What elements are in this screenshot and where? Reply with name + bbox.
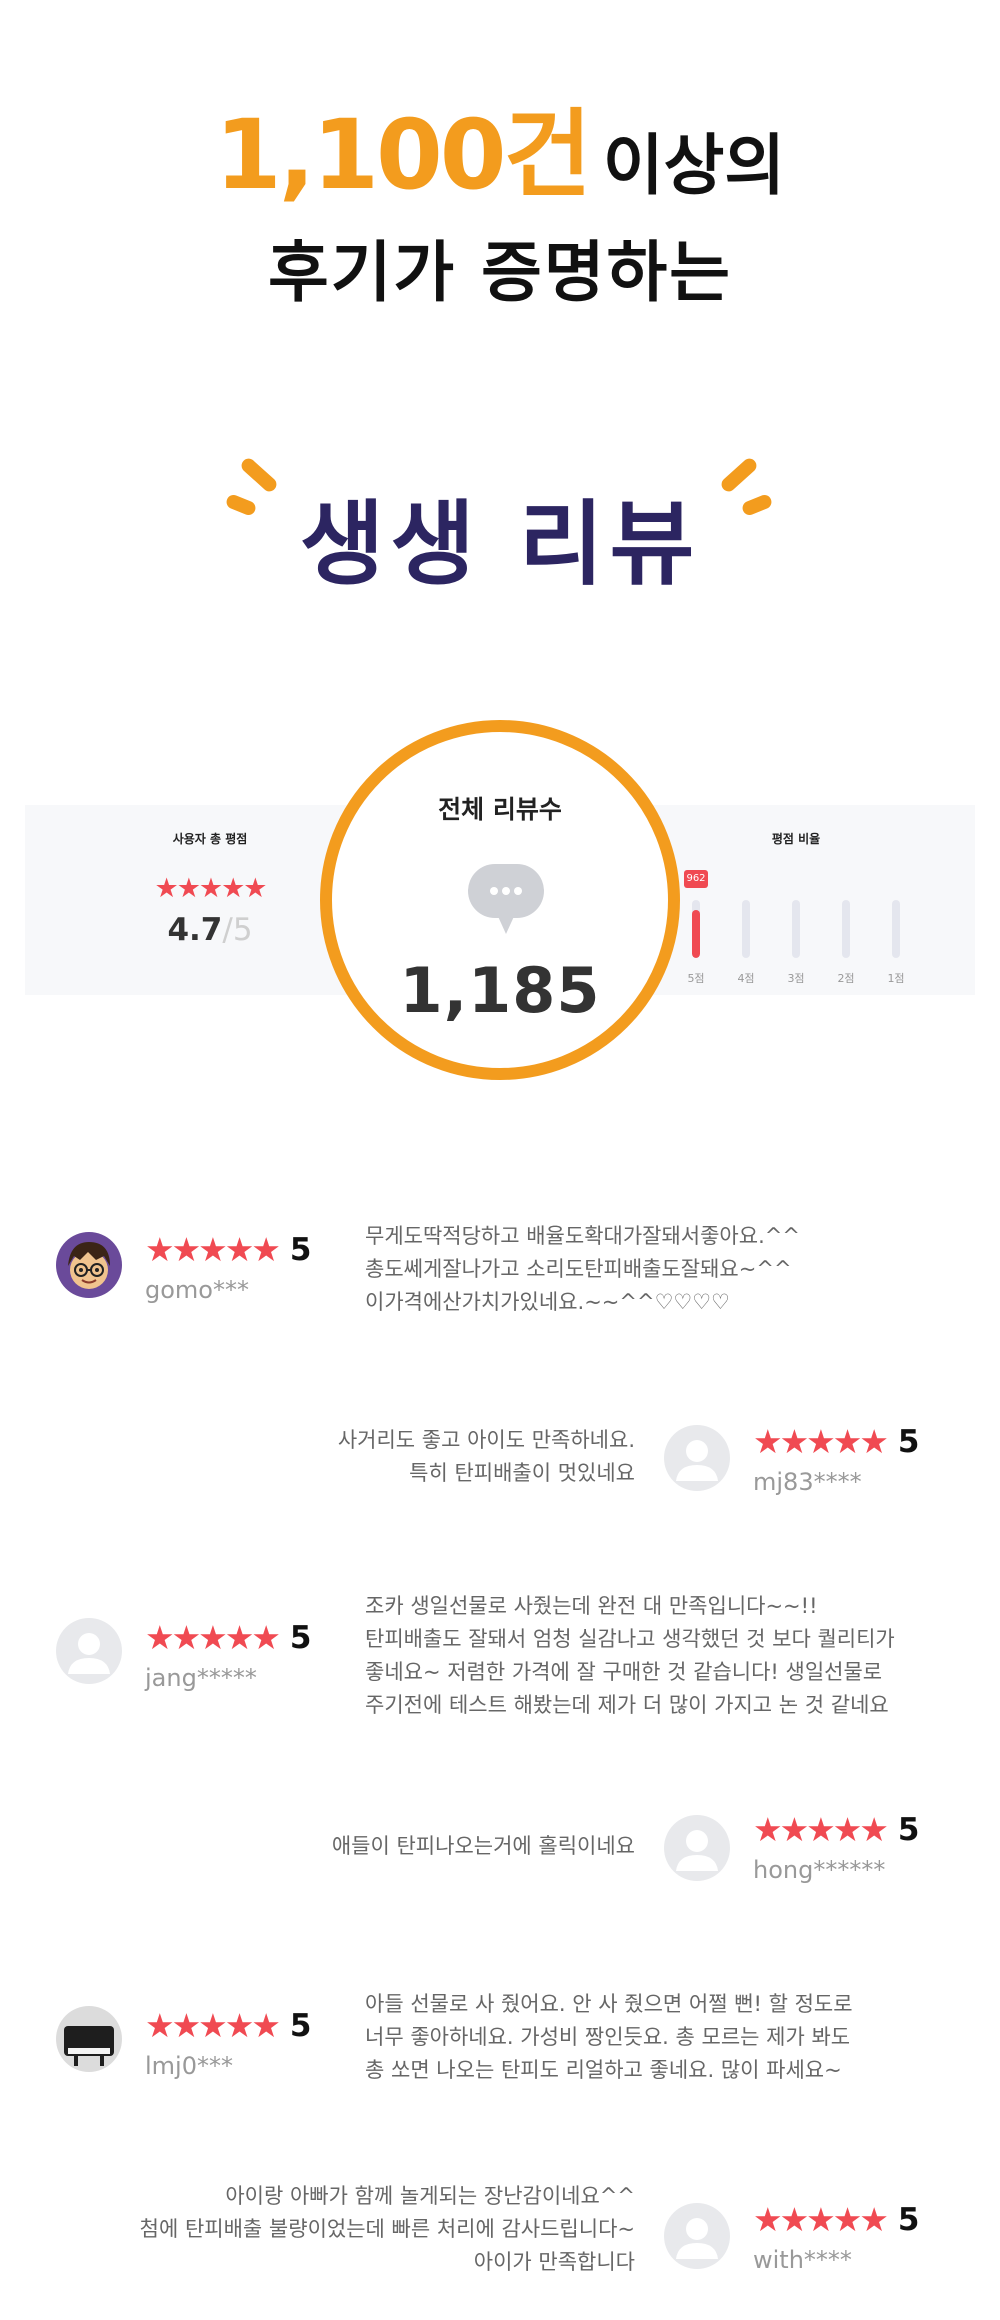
ratio-track [842,900,850,958]
average-score-max: /5 [222,912,253,948]
avatar [56,1618,122,1684]
average-rating: 사용자 총 평점 ★★★★★ 4.7/5 [115,830,305,948]
avatar [664,2203,730,2269]
rating-line: ★★★★★ 5 [753,1810,920,1850]
rating-score: 5 [897,1424,920,1460]
rating-score: 5 [897,1812,920,1848]
rating-stars: ★★★★★ [753,1422,889,1461]
ratio-track [892,900,900,958]
rating-line: ★★★★★ 5 [753,1422,920,1462]
rating-stars: ★★★★★ [753,1810,889,1849]
avatar [664,1425,730,1491]
ratio-count-badge: 962 [684,870,708,888]
review-text: 아들 선물로 사 줬어요. 안 사 줬으면 어쩔 뻔! 할 정도로 너무 좋아하… [365,1992,853,2082]
ratio-label: 2점 [837,972,855,985]
default-avatar-icon [664,1425,730,1491]
ratio-label: 5점 [687,972,705,985]
review-text: 무게도딱적당하고 배율도확대가잘돼서좋아요.^^ 총도쎄게잘나가고 소리도탄피배… [365,1224,800,1314]
ratio-track [792,900,800,958]
reviewer-name: jang***** [145,1664,257,1692]
speech-bubble-icon [468,864,544,934]
rating-stars: ★★★★★ [145,2006,281,2045]
avatar [56,2006,122,2072]
ratio-label: 4점 [737,972,755,985]
cartoon-character-icon [56,1232,122,1298]
average-score: 4.7/5 [115,912,305,948]
rating-stars: ★★★★★ [753,2200,889,2239]
rating-line: ★★★★★ 5 [145,1618,312,1658]
headline-count-line: 1,100건 이상의 [0,100,1000,210]
reviewer-name: lmj0*** [145,2052,233,2080]
review-text: 사거리도 좋고 아이도 만족하네요. 특히 탄피배출이 멋있네요 [337,1428,635,1485]
reviewer-name: hong****** [753,1856,886,1884]
rating-line: ★★★★★ 5 [145,1230,312,1270]
ratio-label: 3점 [787,972,805,985]
rating-ratio: 평점 비율 962 5점 4점 3점 2점 1점 [676,830,916,985]
rating-line: ★★★★★ 5 [753,2200,920,2240]
review-text: 아이랑 아빠가 함께 놀게되는 장난감이네요^^ 첨에 탄피배출 불량이었는데 … [139,2184,635,2274]
default-avatar-icon [664,2203,730,2269]
total-reviews-circle: 전체 리뷰수 1,185 [320,720,680,1080]
review-text: 애들이 탄피나오는거에 홀릭이네요 [331,1834,635,1858]
average-rating-title: 사용자 총 평점 [172,832,248,846]
headline-suffix: 이상의 [602,127,786,204]
rating-line: ★★★★★ 5 [145,2006,312,2046]
total-reviews-count: 1,185 [399,954,601,1027]
reviewer-name: mj83**** [753,1468,862,1496]
ratio-track [692,900,700,958]
rating-score: 5 [289,1232,312,1268]
ratio-track [742,900,750,958]
rating-score: 5 [897,2202,920,2238]
rating-score: 5 [289,2008,312,2044]
ratio-fill [692,910,700,958]
piano-photo-icon [56,2006,122,2072]
default-avatar-icon [56,1618,122,1684]
reviewer-name: gomo*** [145,1276,249,1304]
rating-ratio-bars: 962 5점 4점 3점 2점 1점 [676,870,916,985]
ratio-label: 1점 [887,972,905,985]
headline-subtitle: 후기가 증명하는 [267,234,733,311]
reviewer-name: with**** [753,2246,852,2274]
default-avatar-icon [664,1815,730,1881]
rating-ratio-title: 평점 비율 [771,832,821,846]
avatar [56,1232,122,1298]
total-reviews-title: 전체 리뷰수 [438,795,562,824]
average-stars: ★★★★★ [154,873,267,904]
review-count-highlight: 1,100건 [214,99,592,211]
rating-score: 5 [289,1620,312,1656]
review-text: 조카 생일선물로 사줬는데 완전 대 만족입니다~~!! 탄피배출도 잘돼서 엄… [365,1594,895,1717]
avatar [664,1815,730,1881]
average-score-value: 4.7 [167,912,223,948]
rating-stars: ★★★★★ [145,1230,281,1269]
rating-stars: ★★★★★ [145,1618,281,1657]
section-title: 생생 리뷰 [299,491,701,598]
